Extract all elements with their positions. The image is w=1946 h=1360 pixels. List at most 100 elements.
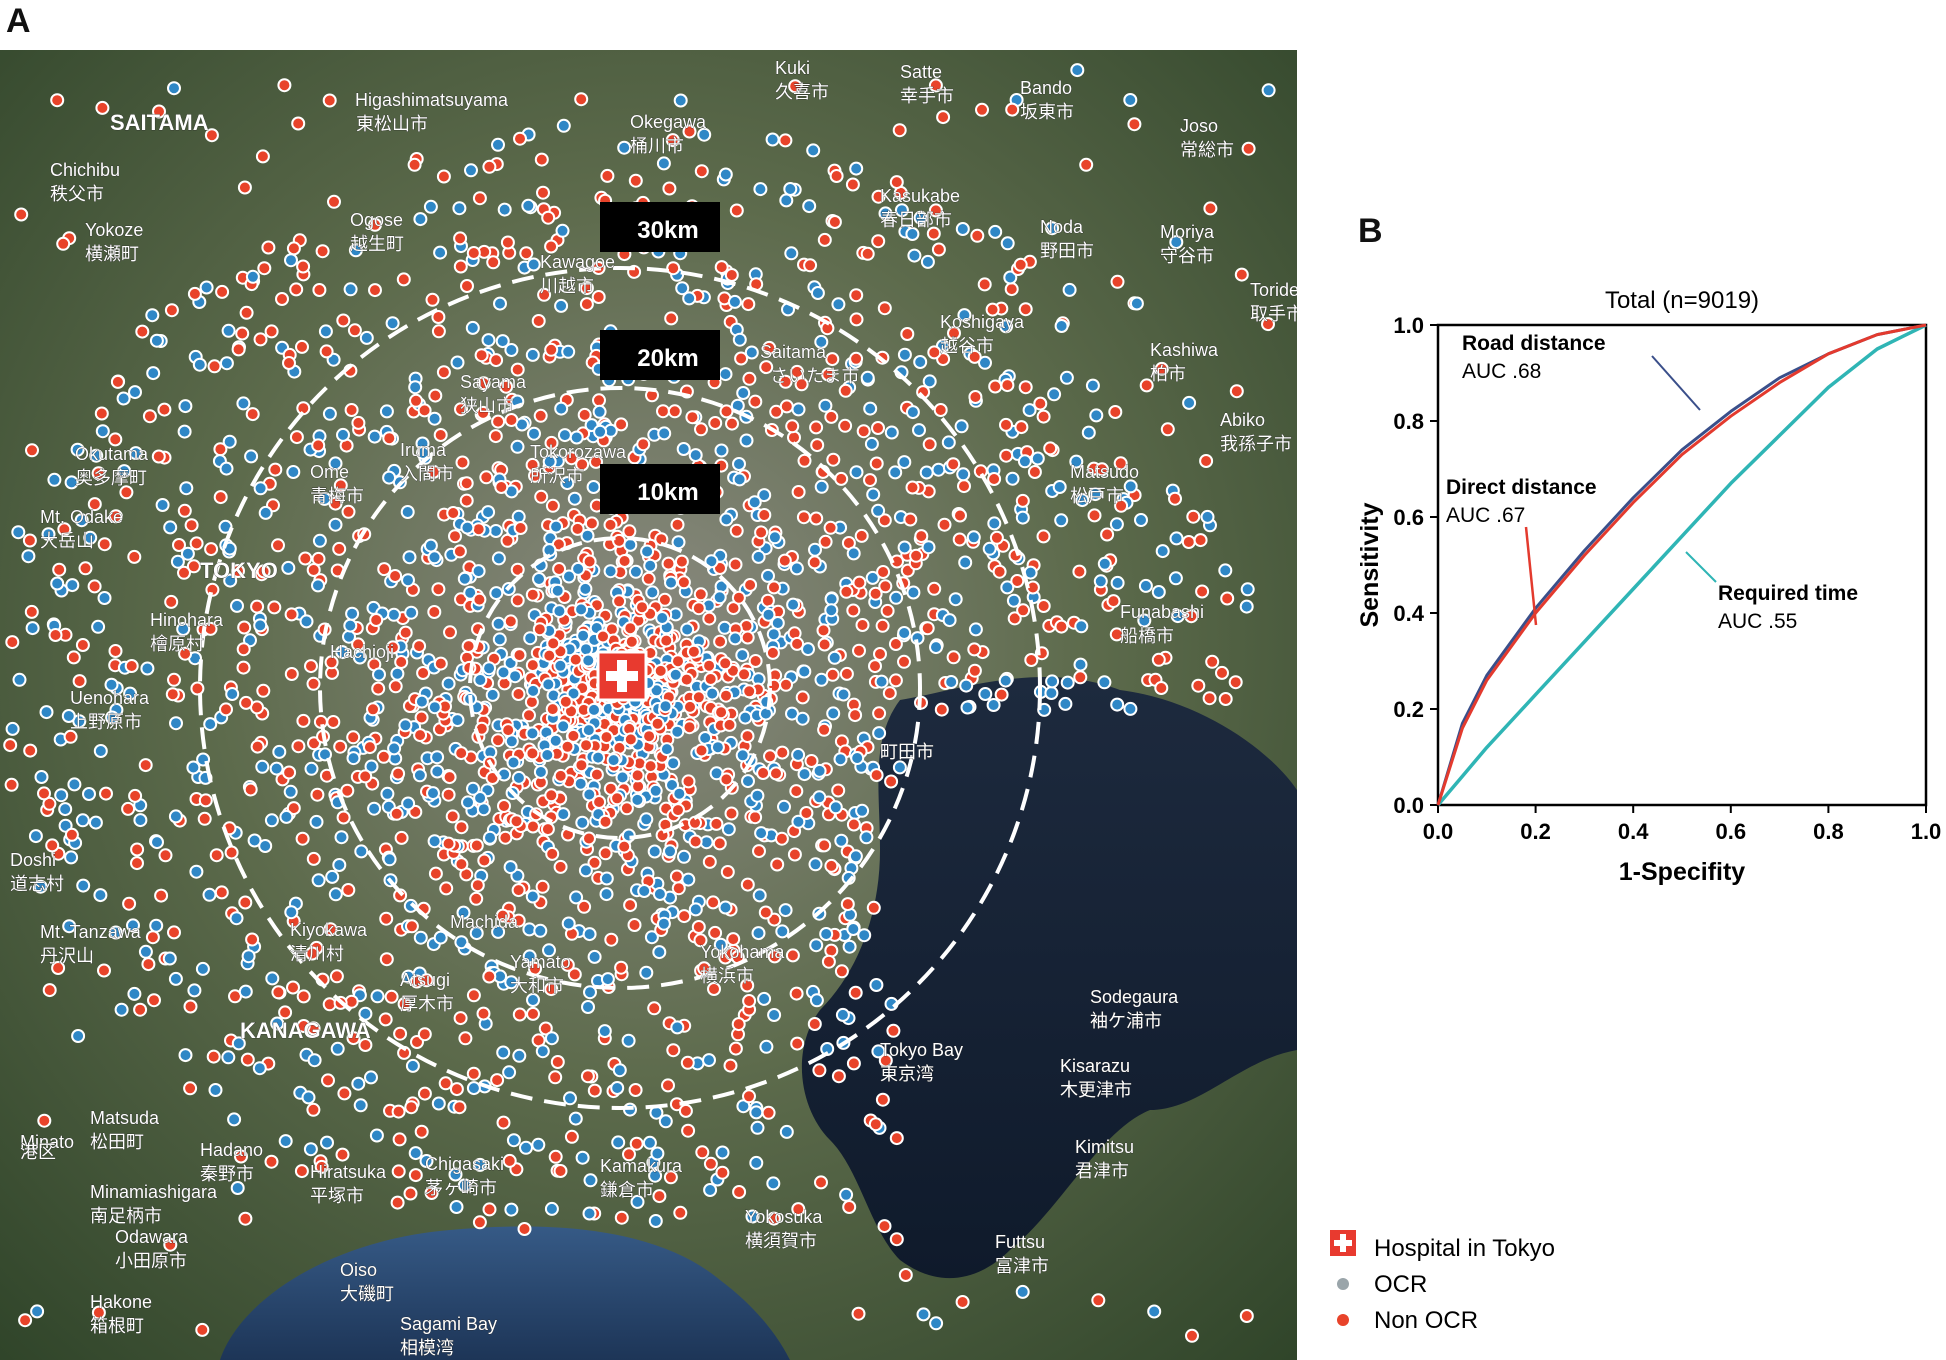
facility-dot [650,716,665,731]
facility-dot [668,667,683,682]
legend-non-ocr-dot [1337,1314,1349,1326]
svg-text:20km: 20km [637,345,698,372]
facility-dot [1044,686,1059,700]
facility-dot [337,1086,352,1101]
facility-dot [442,770,457,785]
facility-dot [1185,1328,1199,1343]
facility-dot [712,836,727,851]
facility-dot [541,210,556,225]
facility-dot [426,786,440,801]
facility-dot [187,983,202,998]
facility-dot [586,480,601,494]
facility-dot [414,710,429,725]
facility-dot [124,659,139,673]
facility-dot [761,1105,776,1120]
facility-dot [737,667,752,682]
facility-dot [552,562,567,576]
facility-dot [1109,517,1124,532]
place-label: 鎌倉市 [600,1180,654,1200]
facility-dot [708,925,723,940]
facility-dot [1085,378,1100,393]
facility-dot [511,770,526,785]
facility-dot [988,379,1003,394]
facility-dot [128,385,142,400]
facility-dot [1100,527,1115,542]
facility-dot [423,199,438,214]
facility-dot [702,658,717,673]
facility-dot [1138,578,1153,593]
facility-dot [455,455,470,470]
facility-dot [294,1164,309,1179]
facility-dot [770,857,785,872]
facility-dot [1013,257,1028,272]
place-label: Kimitsu [1075,1137,1134,1157]
x-tick-label: 0.4 [1618,819,1649,844]
facility-dot [715,1145,730,1160]
facility-dot [252,1061,267,1076]
facility-dot [717,620,732,635]
place-label: Mt. Tanzawa [40,922,142,942]
facility-dot [378,1012,393,1027]
facility-dot [97,963,111,978]
facility-dot [999,417,1013,432]
facility-dot [488,429,503,444]
facility-dot [715,1165,730,1180]
facility-dot [666,1043,681,1058]
facility-dot [612,1063,627,1078]
facility-dot [968,390,983,404]
facility-dot [693,587,708,602]
place-label: 青梅市 [310,486,364,506]
facility-dot [929,1316,944,1331]
facility-dot [64,850,79,865]
facility-dot [150,835,164,850]
facility-dot [56,236,71,251]
circle-label-30km: 30km [600,202,720,252]
facility-dot [864,436,879,451]
facility-dot [738,710,753,725]
facility-dot [95,424,110,439]
facility-dot [488,524,503,538]
place-label: 秦野市 [200,1164,254,1184]
facility-dot [1087,508,1102,523]
facility-dot [54,788,69,803]
facility-dot [396,272,411,287]
facility-dot [1015,1284,1030,1299]
facility-dot [664,575,678,590]
facility-dot [417,1086,432,1101]
facility-dot [1054,513,1069,528]
facility-dot [812,1063,827,1078]
facility-dot [401,796,416,811]
facility-dot [1074,619,1089,634]
facility-dot [591,750,606,765]
facility-dot [877,1219,892,1234]
facility-dot [63,729,78,744]
facility-dot [519,246,534,261]
facility-dot [610,1081,625,1095]
facility-dot [803,258,818,273]
facility-dot [522,708,536,723]
facility-dot [540,822,555,837]
facility-dot [1151,585,1166,599]
facility-dot [461,639,476,654]
facility-dot [624,634,639,649]
facility-dot [643,759,658,774]
facility-dot [525,587,540,602]
facility-dot [548,1070,563,1085]
facility-dot [797,664,812,679]
facility-dot [491,551,506,566]
facility-dot [561,344,576,359]
facility-dot [967,663,982,678]
facility-dot [617,140,632,155]
facility-dot [766,1176,781,1191]
facility-dot [691,690,706,705]
facility-dot [511,509,526,524]
y-tick-label: 0.6 [1393,505,1424,530]
facility-dot [1027,465,1042,479]
facility-dot [163,520,178,535]
facility-dot [504,734,519,749]
facility-dot [312,533,327,548]
facility-dot [408,1168,423,1183]
facility-dot [680,622,695,637]
facility-dot [178,399,193,414]
facility-dot [472,191,487,206]
